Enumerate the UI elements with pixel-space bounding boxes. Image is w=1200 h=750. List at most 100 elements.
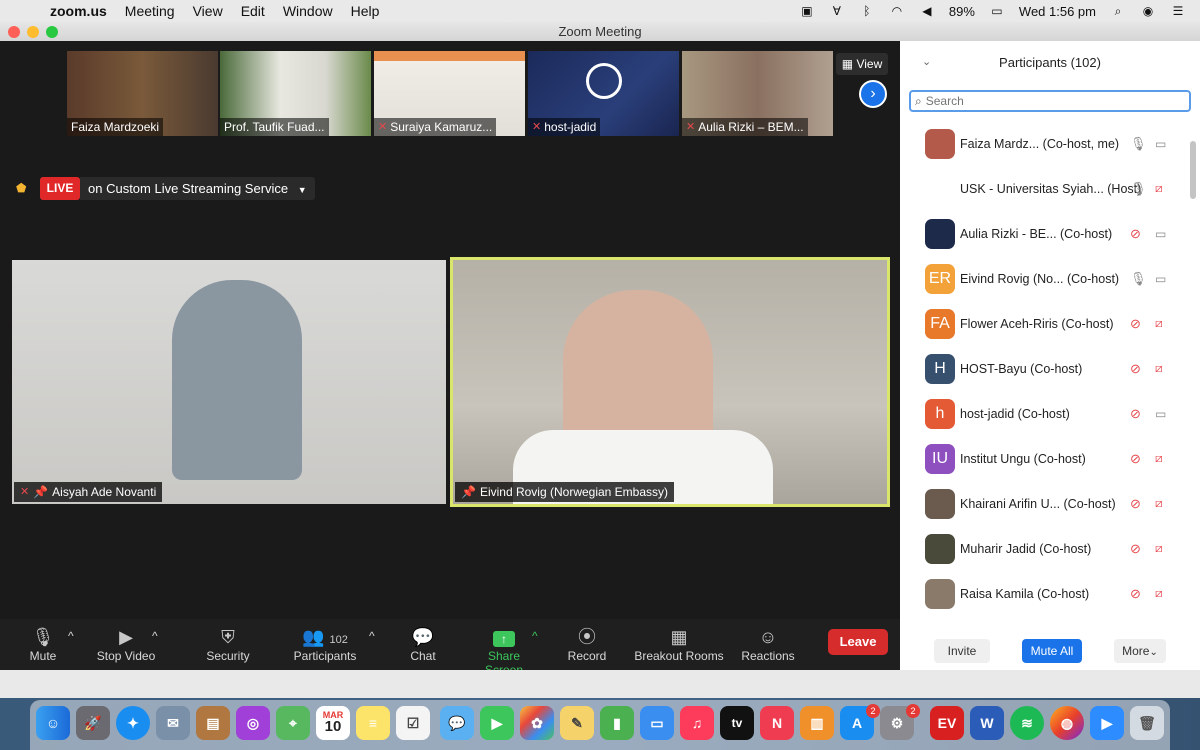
zoom-app-icon[interactable]: ▶ <box>1090 706 1124 740</box>
video-camera-icon[interactable]: ▭ <box>1155 137 1166 151</box>
video-off-icon[interactable]: ⧄ <box>1155 316 1163 331</box>
participant-row[interactable]: Raisa Kamila (Co-host) ⊘ ⧄ <box>900 571 1200 616</box>
video-off-icon[interactable]: ⧄ <box>1155 361 1163 376</box>
share-options-caret[interactable]: ^ <box>532 629 538 643</box>
video-off-icon[interactable]: ⧄ <box>1155 586 1163 601</box>
microphone-icon[interactable]: 🎙 <box>1130 271 1147 287</box>
mic-muted-icon[interactable]: ⊘ <box>1130 226 1141 242</box>
live-badge[interactable]: LIVE <box>40 177 80 200</box>
zoom-status-icon[interactable]: ▣ <box>799 4 815 18</box>
more-button[interactable]: More⌄ <box>1114 639 1166 663</box>
video-camera-icon[interactable]: ▭ <box>1155 227 1166 241</box>
participant-row[interactable]: h host-jadid (Co-host) ⊘ ▭ <box>900 391 1200 436</box>
trash-icon[interactable]: 🗑 <box>1130 706 1164 740</box>
participant-row[interactable]: Aulia Rizki - BE... (Co-host) ⊘ ▭ <box>900 211 1200 256</box>
breakout-rooms-button[interactable]: ▦ Breakout Rooms <box>634 625 724 663</box>
video-off-icon[interactable]: ⧄ <box>1155 496 1163 511</box>
firefox-icon[interactable]: ◍ <box>1050 706 1084 740</box>
video-camera-icon[interactable]: ▭ <box>1155 272 1166 286</box>
mic-muted-icon[interactable]: ⊘ <box>1130 541 1141 557</box>
bluetooth-icon[interactable]: ᛒ <box>859 4 875 18</box>
video-camera-icon[interactable]: ▭ <box>1155 407 1166 421</box>
microphone-icon[interactable]: 🎙 <box>1130 181 1147 197</box>
numbers-icon[interactable]: ▮ <box>600 706 634 740</box>
view-button[interactable]: ▦ View <box>836 53 888 75</box>
maps-icon[interactable]: ⌖ <box>276 706 310 740</box>
contacts-icon[interactable]: ▤ <box>196 706 230 740</box>
video-off-icon[interactable]: ⧄ <box>1155 451 1163 466</box>
thumbnail-video[interactable]: Prof. Taufik Fuad... <box>220 51 371 136</box>
menu-app-name[interactable]: zoom.us <box>50 3 107 19</box>
search-input[interactable] <box>925 94 1166 108</box>
control-center-icon[interactable]: ☰ <box>1170 4 1186 18</box>
video-options-caret[interactable]: ^ <box>152 629 158 643</box>
siri-icon[interactable]: ◉ <box>1140 4 1156 18</box>
thumbnail-video[interactable]: ✕ Suraiya Kamaruz... <box>374 51 525 136</box>
notes-icon[interactable]: ≡ <box>356 706 390 740</box>
menu-view[interactable]: View <box>193 3 223 19</box>
participant-row[interactable]: Muharir Jadid (Co-host) ⊘ ⧄ <box>900 526 1200 571</box>
mute-all-button[interactable]: Mute All <box>1022 639 1082 663</box>
mute-options-caret[interactable]: ^ <box>68 629 74 643</box>
podcasts-icon[interactable]: ◎ <box>236 706 270 740</box>
spotify-icon[interactable]: ≋ <box>1010 706 1044 740</box>
safari-icon[interactable]: ✦ <box>116 706 150 740</box>
security-button[interactable]: ⛨ Security <box>204 625 252 663</box>
mic-muted-icon[interactable]: ⊘ <box>1130 316 1141 332</box>
mute-button[interactable]: 🎙 Mute <box>26 625 60 663</box>
news-icon[interactable]: N <box>760 706 794 740</box>
volume-icon[interactable]: ◀ <box>919 4 935 18</box>
video-off-icon[interactable]: ⧄ <box>1155 181 1163 196</box>
participant-row[interactable]: FA Flower Aceh-Riris (Co-host) ⊘ ⧄ <box>900 301 1200 346</box>
keynote-icon[interactable]: ▭ <box>640 706 674 740</box>
scrollbar[interactable] <box>1190 141 1196 199</box>
mic-muted-icon[interactable]: ⊘ <box>1130 406 1141 422</box>
participant-row[interactable]: Faiza Mardz... (Co-host, me) 🎙 ▭ <box>900 121 1200 166</box>
stop-video-button[interactable]: ▶ Stop Video <box>94 625 158 663</box>
menu-help[interactable]: Help <box>351 3 380 19</box>
mail-stamp-icon[interactable]: ✉ <box>156 706 190 740</box>
battery-percent[interactable]: 89% <box>949 4 975 19</box>
participant-row[interactable]: ER Eivind Rovig (No... (Co-host) 🎙 ▭ <box>900 256 1200 301</box>
vpn-icon[interactable]: ∀ <box>829 4 845 18</box>
reactions-button[interactable]: ☺ Reactions <box>740 625 796 663</box>
participant-row[interactable]: H HOST-Bayu (Co-host) ⊘ ⧄ <box>900 346 1200 391</box>
photos-icon[interactable]: ✿ <box>520 706 554 740</box>
messages-icon[interactable]: 💬 <box>440 706 474 740</box>
launchpad-icon[interactable]: 🚀 <box>76 706 110 740</box>
menu-edit[interactable]: Edit <box>241 3 265 19</box>
participant-row[interactable]: USK - Universitas Syiah... (Host) 🎙 ⧄ <box>900 166 1200 211</box>
next-page-button[interactable]: › <box>859 80 887 108</box>
participants-options-caret[interactable]: ^ <box>369 629 375 643</box>
thumbnail-video[interactable]: ✕ Aulia Rizki – BEM... <box>682 51 833 136</box>
microphone-icon[interactable]: 🎙 <box>1130 136 1147 152</box>
mic-muted-icon[interactable]: ⊘ <box>1130 586 1141 602</box>
participant-search[interactable]: ⌕ <box>909 90 1191 112</box>
participant-row[interactable]: Khairani Arifin U... (Co-host) ⊘ ⧄ <box>900 481 1200 526</box>
wifi-icon[interactable]: ◠ <box>889 4 905 18</box>
participant-row[interactable]: IU Institut Ungu (Co-host) ⊘ ⧄ <box>900 436 1200 481</box>
spotlight-icon[interactable]: ⌕ <box>1110 4 1126 18</box>
mic-muted-icon[interactable]: ⊘ <box>1130 361 1141 377</box>
battery-icon[interactable]: ▭ <box>989 4 1005 18</box>
leave-button[interactable]: Leave <box>828 629 888 655</box>
apple-tv-icon[interactable]: tv <box>720 706 754 740</box>
facetime-icon[interactable]: ▶ <box>480 706 514 740</box>
chat-button[interactable]: 💬 Chat <box>406 625 440 663</box>
calendar-icon[interactable]: MAR 10 <box>316 706 350 740</box>
pages-icon[interactable]: ✎ <box>560 706 594 740</box>
invite-button[interactable]: Invite <box>934 639 990 663</box>
mic-muted-icon[interactable]: ⊘ <box>1130 496 1141 512</box>
participants-button[interactable]: 👥 102 Participants <box>292 625 358 663</box>
menu-meeting[interactable]: Meeting <box>125 3 175 19</box>
word-icon[interactable]: W <box>970 706 1004 740</box>
video-off-icon[interactable]: ⧄ <box>1155 541 1163 556</box>
video-tile-left[interactable]: ✕ 📌 Aisyah Ade Novanti <box>12 260 446 504</box>
menu-window[interactable]: Window <box>283 3 333 19</box>
thumbnail-video[interactable]: ✕ host-jadid <box>528 51 679 136</box>
thumbnail-video[interactable]: Faiza Mardzoeki <box>67 51 218 136</box>
finder-icon[interactable]: ☺ <box>36 706 70 740</box>
video-tile-right-active[interactable]: 📌 Eivind Rovig (Norwegian Embassy) <box>450 257 890 507</box>
mic-muted-icon[interactable]: ⊘ <box>1130 451 1141 467</box>
music-icon[interactable]: ♫ <box>680 706 714 740</box>
